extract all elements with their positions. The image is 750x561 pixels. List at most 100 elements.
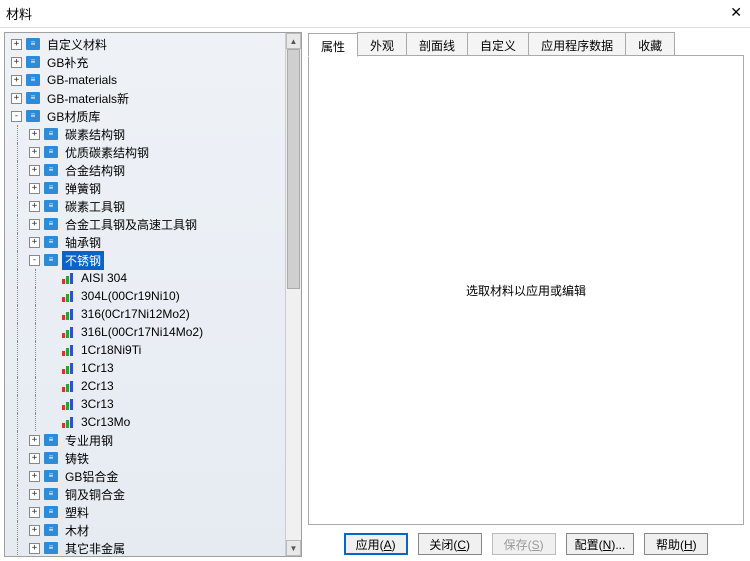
expand-icon[interactable]: + [29,183,40,194]
expand-icon[interactable]: + [29,543,40,554]
tree-node-label[interactable]: 1Cr18Ni9Ti [78,342,144,358]
close-icon[interactable]: ✕ [730,4,742,21]
expand-icon[interactable]: + [29,525,40,536]
tree-item[interactable]: 3Cr13 [7,395,285,413]
expand-icon[interactable]: + [29,201,40,212]
tree-folder[interactable]: + GB补充 [7,53,285,71]
tree-node-label[interactable]: GB-materials新 [44,89,132,108]
tab[interactable]: 应用程序数据 [528,32,626,55]
tree-item[interactable]: 304L(00Cr19Ni10) [7,287,285,305]
tree-item[interactable]: 1Cr13 [7,359,285,377]
tree-node-label[interactable]: 专业用钢 [62,431,116,450]
tree-node-label[interactable]: 2Cr13 [78,378,117,394]
tree-node-label[interactable]: GB补充 [44,53,91,72]
tree-node-label[interactable]: 自定义材料 [44,35,110,54]
tree-folder[interactable]: + 自定义材料 [7,35,285,53]
tree-node-label[interactable]: GB铝合金 [62,467,121,486]
expand-icon[interactable]: + [29,471,40,482]
expand-icon[interactable]: + [11,93,22,104]
material-icon [62,272,74,284]
tree-folder[interactable]: + 其它非金属 [7,539,285,556]
collapse-icon[interactable]: - [29,255,40,266]
tree-item[interactable]: 316(0Cr17Ni12Mo2) [7,305,285,323]
tree-node-label[interactable]: GB-materials [44,72,120,88]
tree-folder[interactable]: + 合金结构钢 [7,161,285,179]
tree-node-label[interactable]: 铸铁 [62,449,92,468]
tree-folder[interactable]: + 铸铁 [7,449,285,467]
tree-node-label[interactable]: 木材 [62,521,92,540]
expand-icon[interactable]: + [29,129,40,140]
expand-icon[interactable]: + [11,39,22,50]
tree-node-label[interactable]: 1Cr13 [78,360,117,376]
tab[interactable]: 收藏 [625,32,675,55]
tree-node-label[interactable]: 塑料 [62,503,92,522]
tree-node-label[interactable]: 316L(00Cr17Ni14Mo2) [78,324,206,340]
tree-folder[interactable]: + 专业用钢 [7,431,285,449]
close-button[interactable]: 关闭(C) [418,533,482,555]
tree-node-label[interactable]: 合金结构钢 [62,161,128,180]
tree-node-label[interactable]: 轴承钢 [62,233,104,252]
tree-folder[interactable]: + 碳素结构钢 [7,125,285,143]
scroll-thumb[interactable] [287,49,300,289]
tree-node-label[interactable]: 弹簧钢 [62,179,104,198]
tree-folder[interactable]: + 轴承钢 [7,233,285,251]
expander-none [47,417,58,428]
tree-node-label[interactable]: 铜及铜合金 [62,485,128,504]
expand-icon[interactable]: + [29,165,40,176]
material-icon [62,362,74,374]
tab[interactable]: 外观 [357,32,407,55]
expander-none [47,309,58,320]
tree-folder[interactable]: + 合金工具钢及高速工具钢 [7,215,285,233]
expand-icon[interactable]: + [29,435,40,446]
tree-item[interactable]: 2Cr13 [7,377,285,395]
tree-node-label[interactable]: AISI 304 [78,270,130,286]
tree-node-label[interactable]: GB材质库 [44,107,103,126]
tree-folder[interactable]: + 弹簧钢 [7,179,285,197]
tab[interactable]: 属性 [308,33,358,57]
tree-folder[interactable]: + GB-materials新 [7,89,285,107]
tree-folder[interactable]: + 碳素工具钢 [7,197,285,215]
tree-folder[interactable]: + GB-materials [7,71,285,89]
expand-icon[interactable]: + [11,57,22,68]
tree-node-label[interactable]: 碳素结构钢 [62,125,128,144]
tree-folder[interactable]: - GB材质库 [7,107,285,125]
material-icon [62,344,74,356]
tree-node-label[interactable]: 3Cr13Mo [78,414,133,430]
tree-folder[interactable]: + GB铝合金 [7,467,285,485]
tree-item[interactable]: 1Cr18Ni9Ti [7,341,285,359]
expand-icon[interactable]: + [29,147,40,158]
expand-icon[interactable]: + [29,507,40,518]
tree-folder[interactable]: + 木材 [7,521,285,539]
tree-folder[interactable]: - 不锈钢 [7,251,285,269]
tree-node-label[interactable]: 其它非金属 [62,539,128,557]
tree-node-label[interactable]: 304L(00Cr19Ni10) [78,288,183,304]
tree-folder[interactable]: + 优质碳素结构钢 [7,143,285,161]
tree-folder[interactable]: + 塑料 [7,503,285,521]
expand-icon[interactable]: + [29,453,40,464]
material-tree[interactable]: + 自定义材料 + GB补充 + GB-materials + GB-materials新 - G… [5,33,285,556]
apply-button[interactable]: 应用(A) [344,533,408,555]
tree-node-label[interactable]: 优质碳素结构钢 [62,143,152,162]
tree-node-label[interactable]: 碳素工具钢 [62,197,128,216]
config-button[interactable]: 配置(N)... [566,533,635,555]
tree-node-label[interactable]: 合金工具钢及高速工具钢 [62,215,200,234]
collapse-icon[interactable]: - [11,111,22,122]
tree-item[interactable]: 316L(00Cr17Ni14Mo2) [7,323,285,341]
tree-scrollbar[interactable]: ▲ ▼ [285,33,301,556]
content-placeholder: 选取材料以应用或编辑 [466,282,586,299]
expand-icon[interactable]: + [11,75,22,86]
tree-item[interactable]: 3Cr13Mo [7,413,285,431]
tab[interactable]: 自定义 [467,32,529,55]
expand-icon[interactable]: + [29,237,40,248]
expand-icon[interactable]: + [29,489,40,500]
help-button[interactable]: 帮助(H) [644,533,708,555]
tree-item[interactable]: AISI 304 [7,269,285,287]
tree-folder[interactable]: + 铜及铜合金 [7,485,285,503]
tree-node-label[interactable]: 不锈钢 [62,251,104,270]
tree-node-label[interactable]: 316(0Cr17Ni12Mo2) [78,306,193,322]
scroll-up-icon[interactable]: ▲ [286,33,301,49]
scroll-down-icon[interactable]: ▼ [286,540,301,556]
tab[interactable]: 剖面线 [406,32,468,55]
tree-node-label[interactable]: 3Cr13 [78,396,117,412]
expand-icon[interactable]: + [29,219,40,230]
